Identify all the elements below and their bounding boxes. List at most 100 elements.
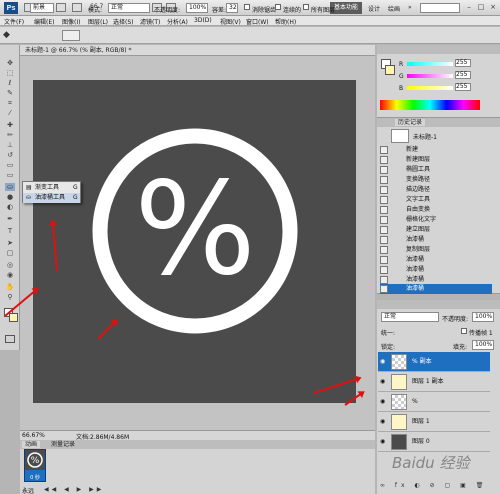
eyedropper-tool-icon[interactable]: ⁄ (5, 109, 15, 117)
type-tool-icon[interactable]: T (5, 227, 15, 235)
history-item[interactable]: 油漆桶 (380, 265, 492, 275)
visibility-eye-icon[interactable]: ◉ (380, 359, 386, 365)
loop-select[interactable]: 永远 (22, 486, 34, 494)
history-item[interactable]: 栅格化文字 (380, 215, 492, 225)
history-item[interactable]: 油漆桶 (380, 235, 492, 245)
flyout-item-paint-bucket[interactable]: ⛀ 油漆桶工具 G (23, 193, 80, 203)
shape-tool-icon[interactable]: ▢ (5, 249, 15, 257)
workspace-more-button[interactable]: » (408, 4, 412, 11)
layer-row[interactable]: ◉% (378, 392, 490, 412)
history-item[interactable]: 自由变换 (380, 205, 492, 215)
history-item[interactable]: 建立图层 (380, 225, 492, 235)
history-item[interactable]: 描边路径 (380, 185, 492, 195)
color-spectrum[interactable] (380, 100, 480, 110)
healing-brush-tool-icon[interactable]: ✚ (5, 121, 15, 129)
workspace-design-button[interactable]: 设计 (368, 4, 380, 13)
menu-help[interactable]: 帮助(H) (275, 17, 296, 26)
visibility-eye-icon[interactable]: ◉ (380, 419, 386, 425)
quick-select-tool-icon[interactable]: ✎ (5, 89, 15, 97)
propagate-checkbox[interactable] (461, 328, 467, 334)
menu-select[interactable]: 选择(S) (113, 17, 134, 26)
layer-row-selected[interactable]: ◉ % 副本 (378, 352, 490, 372)
antialias-checkbox[interactable] (244, 4, 250, 10)
zoom-field[interactable]: 66.67% (22, 432, 45, 439)
history-brush-tool-icon[interactable]: ↺ (5, 151, 15, 159)
zoom-level-icon[interactable] (72, 3, 82, 12)
b-slider[interactable] (407, 86, 453, 90)
history-item[interactable]: 文字工具 (380, 195, 492, 205)
tolerance-field[interactable]: 32 (226, 3, 238, 13)
blend-mode-select[interactable]: 正常 (381, 312, 439, 322)
layer-row[interactable]: ◉ 图层 1 (378, 412, 490, 432)
tab-history[interactable]: 历史记录 (395, 119, 426, 126)
zoom-tool-icon[interactable]: ⚲ (5, 293, 15, 301)
layer-opacity-field[interactable]: 100% (472, 312, 494, 322)
opacity-field[interactable]: 100% (186, 3, 208, 13)
close-button[interactable]: × (488, 2, 498, 12)
r-slider[interactable] (407, 62, 453, 66)
b-field[interactable]: 255 (455, 83, 471, 91)
playback-controls[interactable]: ◀◀ ◀ ▶ ▶▶ (44, 486, 104, 493)
menu-filter[interactable]: 滤镜(T) (140, 17, 160, 26)
history-item[interactable]: 复制图层 (380, 245, 492, 255)
history-item-selected[interactable]: 油漆桶 (380, 284, 492, 294)
history-item[interactable]: 油漆桶 (380, 255, 492, 265)
brush-tool-icon[interactable]: ✏ (5, 131, 15, 139)
g-slider[interactable] (407, 74, 453, 78)
layer-row[interactable]: ◉ 图层 1 副本 (378, 372, 490, 392)
clone-stamp-tool-icon[interactable]: ⊥ (5, 141, 15, 149)
history-item[interactable]: 新建 (380, 145, 492, 155)
pen-tool-icon[interactable]: ✒ (5, 215, 15, 223)
mode-select[interactable]: 正常 (108, 3, 150, 13)
snapshot-thumb[interactable] (391, 129, 409, 143)
visibility-eye-icon[interactable]: ◉ (380, 379, 386, 385)
contiguous-checkbox[interactable] (275, 4, 281, 10)
crop-tool-icon[interactable]: ⌗ (5, 99, 15, 107)
menu-window[interactable]: 窗口(W) (246, 17, 269, 26)
fill-source-select[interactable]: 前景 (30, 3, 54, 13)
lasso-tool-icon[interactable]: ℓ (5, 79, 15, 87)
menu-layer[interactable]: 图层(L) (88, 17, 108, 26)
document-canvas[interactable]: % (33, 80, 356, 403)
eraser-tool-icon[interactable]: ▭ (5, 161, 15, 169)
hand-tool-icon[interactable]: ✋ (5, 283, 15, 291)
layer-fill-field[interactable]: 100% (472, 340, 494, 350)
history-item[interactable]: 椭圆工具 (380, 165, 492, 175)
menu-edit[interactable]: 编辑(E) (34, 17, 54, 26)
marquee-tool-icon[interactable]: ⬚ (5, 69, 15, 77)
document-tab[interactable]: 未标题-1 @ 66.7% (% 副本, RGB/8) * (20, 45, 375, 56)
3d-orbit-tool-icon[interactable]: ◉ (5, 271, 15, 279)
eraser-tool-icon[interactable]: ▭ (5, 171, 15, 179)
maximize-button[interactable]: □ (476, 2, 486, 12)
background-color-swatch[interactable] (9, 313, 18, 322)
minimize-button[interactable]: – (464, 2, 474, 12)
quick-mask-icon[interactable] (5, 335, 15, 343)
move-tool-icon[interactable]: ✥ (5, 59, 15, 67)
tab-measurement-log[interactable]: 测量记录 (48, 441, 78, 448)
menu-3d[interactable]: 3D(D) (194, 17, 212, 24)
flyout-item-gradient[interactable]: ▤ 渐变工具 G (23, 183, 80, 193)
pattern-picker[interactable] (62, 30, 80, 41)
dodge-tool-icon[interactable]: ◐ (5, 203, 15, 211)
workspace-painting-button[interactable]: 绘画 (388, 4, 400, 13)
blur-tool-icon[interactable]: ● (5, 193, 15, 201)
paint-bucket-tool-icon[interactable]: ⛀ (5, 183, 15, 191)
layer-row[interactable]: ◉ 图层 0 (378, 432, 490, 452)
layer-actions-bar[interactable]: ∞ fx ◐ ⊘ ▢ ▣ 🗑 (380, 482, 492, 492)
bg-color-swatch[interactable] (385, 65, 395, 75)
view-extras-icon[interactable] (56, 3, 66, 12)
menu-analysis[interactable]: 分析(A) (167, 17, 188, 26)
all-layers-checkbox[interactable] (303, 4, 309, 10)
cs-live-search[interactable] (420, 3, 460, 13)
tab-animation[interactable]: 动画 (22, 441, 41, 448)
path-select-tool-icon[interactable]: ➤ (5, 239, 15, 247)
visibility-eye-icon[interactable]: ◉ (380, 439, 386, 445)
menu-image[interactable]: 图像(I) (62, 17, 80, 26)
r-field[interactable]: 255 (455, 59, 471, 67)
visibility-eye-icon[interactable]: ◉ (380, 399, 386, 405)
history-item[interactable]: 新建图层 (380, 155, 492, 165)
menu-view[interactable]: 视图(V) (220, 17, 241, 26)
3d-rotate-tool-icon[interactable]: ◎ (5, 261, 15, 269)
frame-delay[interactable]: 0 秒 (24, 474, 46, 481)
history-item[interactable]: 变换路径 (380, 175, 492, 185)
